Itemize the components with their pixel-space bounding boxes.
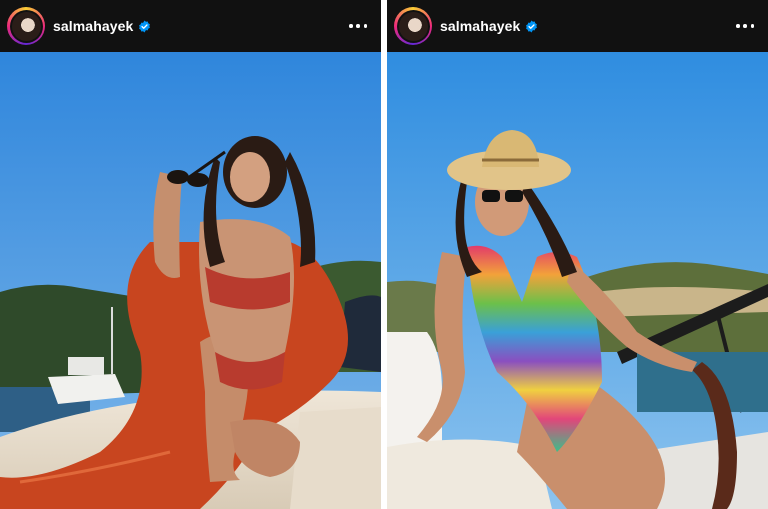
instagram-post-right: salmahayek xyxy=(387,0,768,509)
verified-badge-icon xyxy=(526,20,538,32)
avatar-photo xyxy=(398,11,428,41)
post-photo[interactable] xyxy=(0,52,381,509)
username-link[interactable]: salmahayek xyxy=(440,18,520,34)
profile-avatar[interactable] xyxy=(7,7,45,45)
profile-avatar[interactable] xyxy=(394,7,432,45)
more-options-icon[interactable] xyxy=(349,18,367,34)
post-header: salmahayek xyxy=(0,0,381,52)
post-header: salmahayek xyxy=(387,0,768,52)
instagram-post-left: salmahayek xyxy=(0,0,381,509)
username-link[interactable]: salmahayek xyxy=(53,18,133,34)
more-options-icon[interactable] xyxy=(736,18,754,34)
post-photo[interactable] xyxy=(387,52,768,509)
avatar-photo xyxy=(11,11,41,41)
verified-badge-icon xyxy=(139,20,151,32)
